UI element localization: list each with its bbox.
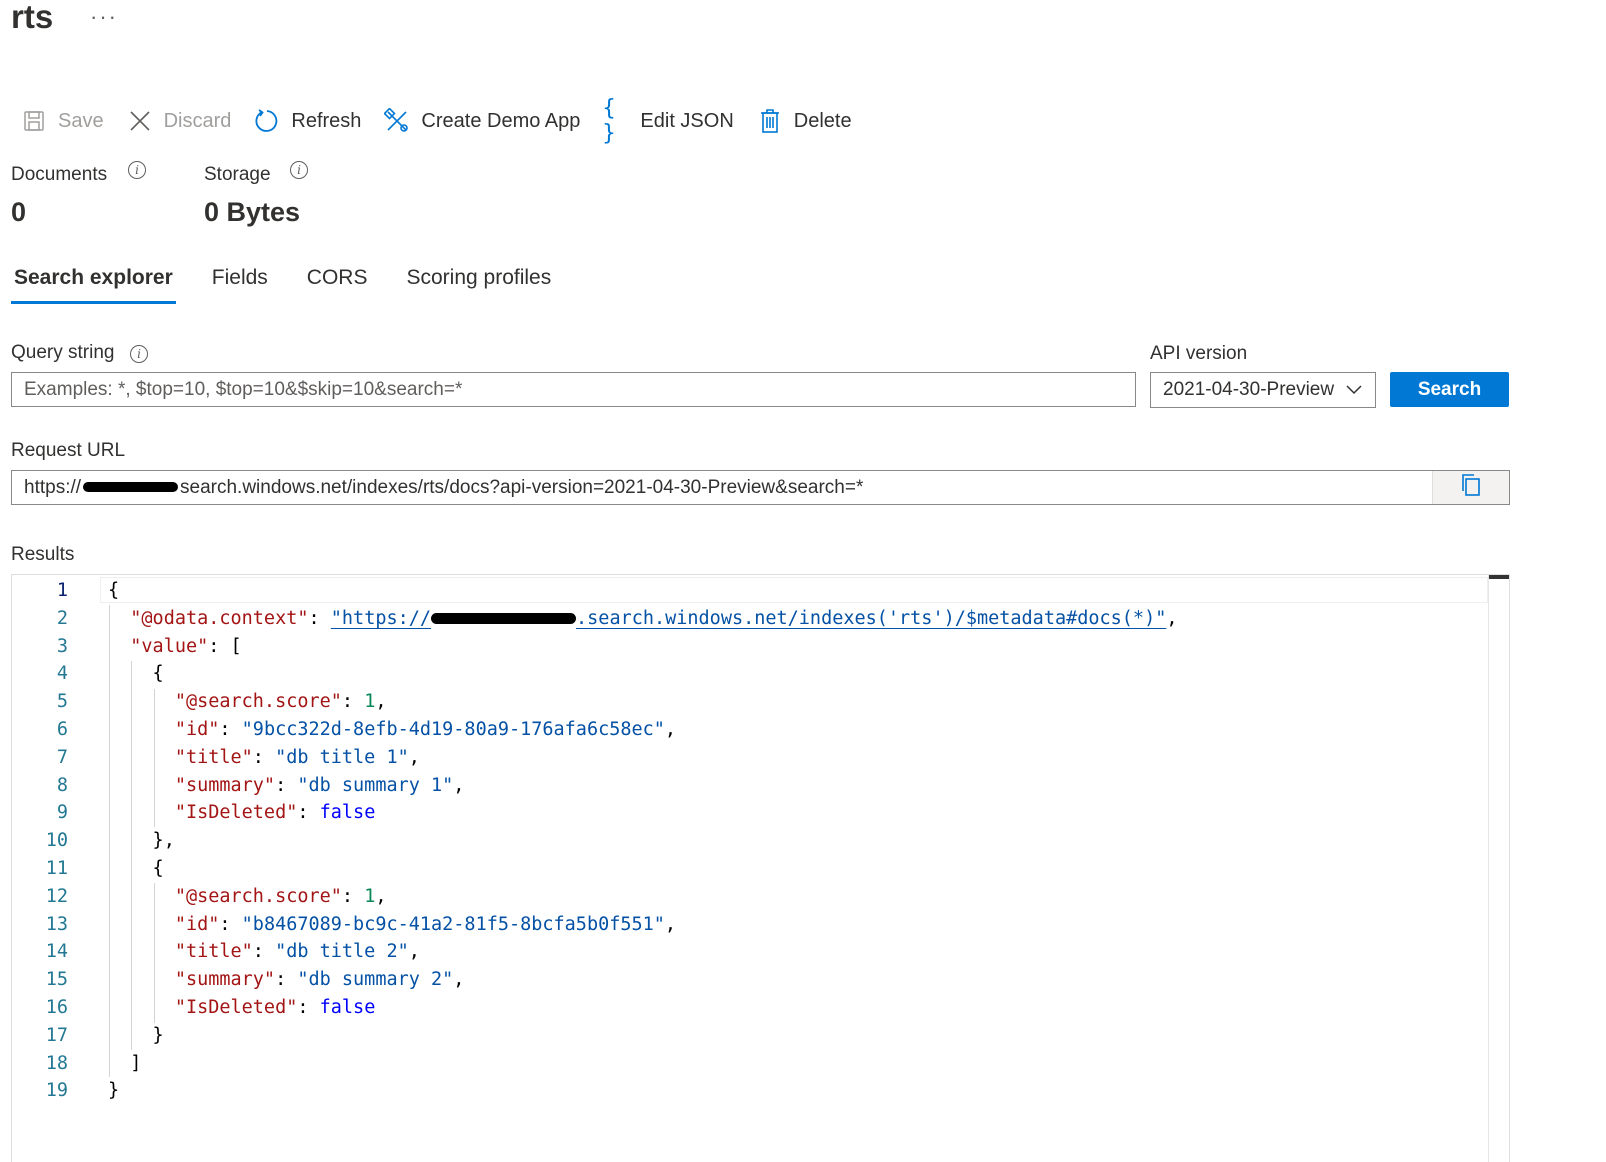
code-line: 14 "title": "db title 2", bbox=[45, 941, 420, 963]
code-line: 3 "value": [ bbox=[56, 635, 242, 657]
index-tabs: Search explorer Fields CORS Scoring prof… bbox=[11, 262, 587, 308]
code-line: 11 { bbox=[45, 857, 164, 879]
close-icon bbox=[126, 107, 154, 135]
request-url-field[interactable]: https:// search.windows.net/indexes/rts/d… bbox=[11, 470, 1510, 505]
query-string-label: Query string bbox=[11, 342, 115, 363]
odata-context-link[interactable]: "https://.search.windows.net/indexes('rt… bbox=[331, 608, 1167, 629]
edit-json-label: Edit JSON bbox=[640, 109, 734, 132]
tab-cors[interactable]: CORS bbox=[304, 262, 371, 304]
code-line: 13 "id": "b8467089-bc9c-41a2-81f5-8bcfa5… bbox=[45, 913, 677, 935]
tab-scoring-profiles[interactable]: Scoring profiles bbox=[403, 262, 554, 304]
code-line: 7 "title": "db title 1", bbox=[56, 746, 420, 768]
save-button[interactable]: Save bbox=[20, 104, 104, 138]
results-label: Results bbox=[11, 544, 75, 565]
storage-value: 0 Bytes bbox=[204, 197, 301, 227]
copy-icon bbox=[1460, 473, 1482, 503]
api-version-dropdown[interactable]: 2021-04-30-Preview bbox=[1150, 372, 1376, 408]
code-line: 6 "id": "9bcc322d-8efb-4d19-80a9-176afa6… bbox=[56, 718, 677, 740]
documents-info-icon[interactable]: i bbox=[128, 161, 146, 179]
json-code: 1{ 2 "@odata.context": "https://.search.… bbox=[12, 577, 1178, 1105]
redaction-mark bbox=[431, 613, 577, 625]
delete-button[interactable]: Delete bbox=[756, 104, 852, 138]
editor-scrollbar[interactable] bbox=[1488, 575, 1509, 1162]
save-label: Save bbox=[58, 109, 104, 132]
code-line: 4 { bbox=[56, 663, 164, 685]
request-url-prefix: https:// bbox=[24, 476, 82, 498]
delete-label: Delete bbox=[793, 109, 852, 132]
save-icon bbox=[20, 107, 48, 135]
refresh-label: Refresh bbox=[291, 109, 362, 132]
code-line: 5 "@search.score": 1, bbox=[56, 691, 387, 713]
code-line: 2 "@odata.context": "https://.search.win… bbox=[56, 607, 1178, 629]
request-url-suffix: search.windows.net/indexes/rts/docs?api-… bbox=[180, 476, 864, 498]
code-line: 17 } bbox=[45, 1024, 164, 1046]
query-string-input[interactable]: Examples: *, $top=10, $top=10&$skip=10&s… bbox=[11, 372, 1136, 407]
scrollbar-thumb[interactable] bbox=[1489, 575, 1509, 579]
braces-icon: { } bbox=[602, 96, 616, 146]
api-version-selected: 2021-04-30-Preview bbox=[1163, 379, 1335, 400]
create-demo-app-label: Create Demo App bbox=[421, 109, 581, 132]
discard-button[interactable]: Discard bbox=[126, 104, 232, 138]
storage-label: Storage bbox=[204, 164, 271, 185]
more-options-button[interactable]: ··· bbox=[90, 4, 118, 30]
refresh-icon bbox=[253, 107, 281, 135]
storage-info-icon[interactable]: i bbox=[290, 161, 308, 179]
code-line: 12 "@search.score": 1, bbox=[45, 885, 387, 907]
request-url-text: https:// search.windows.net/indexes/rts/d… bbox=[12, 477, 1432, 499]
code-line: 8 "summary": "db summary 1", bbox=[56, 774, 465, 796]
tab-fields[interactable]: Fields bbox=[209, 262, 271, 304]
page-title: rts bbox=[11, 0, 54, 35]
redaction-mark bbox=[83, 482, 179, 493]
request-url-label: Request URL bbox=[11, 440, 126, 461]
search-button[interactable]: Search bbox=[1390, 372, 1509, 407]
documents-value: 0 bbox=[11, 197, 27, 227]
chevron-down-icon bbox=[1345, 379, 1363, 401]
tab-search-explorer[interactable]: Search explorer bbox=[11, 262, 176, 304]
create-demo-app-button[interactable]: Create Demo App bbox=[383, 104, 580, 138]
edit-json-button[interactable]: { } Edit JSON bbox=[602, 96, 734, 146]
command-bar: Save Discard Refresh Create Demo App { }… bbox=[20, 96, 874, 146]
demo-app-icon bbox=[383, 107, 411, 135]
code-line: 15 "summary": "db summary 2", bbox=[45, 969, 465, 991]
api-version-label: API version bbox=[1150, 343, 1248, 364]
code-line: 19} bbox=[45, 1080, 120, 1102]
copy-url-button[interactable] bbox=[1432, 471, 1509, 504]
code-line: 9 "IsDeleted": false bbox=[56, 802, 376, 824]
code-line: 16 "IsDeleted": false bbox=[45, 996, 376, 1018]
discard-label: Discard bbox=[163, 109, 232, 132]
query-string-info-icon[interactable]: i bbox=[130, 345, 148, 363]
code-line: 10 }, bbox=[45, 830, 175, 852]
trash-icon bbox=[756, 107, 784, 135]
code-line: 18 ] bbox=[45, 1052, 142, 1074]
results-editor[interactable]: 1{ 2 "@odata.context": "https://.search.… bbox=[11, 574, 1510, 1162]
query-string-placeholder: Examples: *, $top=10, $top=10&$skip=10&s… bbox=[24, 378, 463, 400]
refresh-button[interactable]: Refresh bbox=[253, 104, 361, 138]
documents-label: Documents bbox=[11, 164, 108, 185]
code-line: 1{ bbox=[56, 580, 120, 601]
